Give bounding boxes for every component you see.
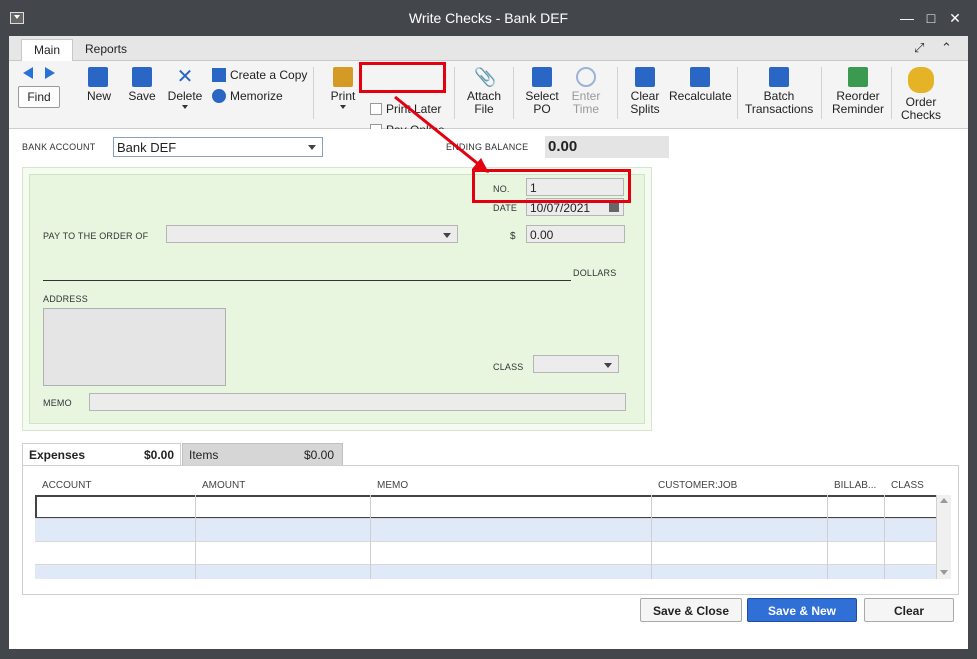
table-row[interactable] [35, 495, 938, 519]
copy-icon [212, 68, 226, 82]
print-later-highlight [359, 62, 446, 93]
title-bar: Write Checks - Bank DEF — □ ✕ [0, 0, 977, 36]
memorize-icon [212, 89, 226, 103]
toolbar-separator [513, 67, 514, 119]
close-icon[interactable]: ✕ [946, 10, 964, 26]
recalculate-button[interactable]: Recalculate [669, 67, 732, 103]
column-header-memo[interactable]: MEMO [377, 480, 408, 491]
select-po-button[interactable]: Select PO [523, 67, 561, 116]
save-icon [132, 67, 152, 87]
toolbar-separator [737, 67, 738, 119]
maximize-icon[interactable]: □ [922, 10, 940, 26]
tab-expenses[interactable]: Expenses $0.00 [22, 443, 181, 466]
toolbar-separator [821, 67, 822, 119]
delete-dropdown-icon[interactable] [182, 105, 188, 109]
save-close-button[interactable]: Save & Close [640, 598, 742, 622]
written-amount-line [43, 280, 571, 281]
previous-arrow-icon[interactable] [23, 67, 33, 79]
window-title: Write Checks - Bank DEF [408, 10, 569, 26]
order-checks-icon [908, 67, 934, 93]
write-checks-window: Write Checks - Bank DEF — □ ✕ Main Repor… [0, 0, 977, 659]
save-button[interactable]: Save [127, 67, 157, 103]
class-select[interactable] [533, 355, 619, 373]
column-divider [651, 495, 652, 579]
memo-field[interactable] [89, 393, 626, 411]
purchase-order-icon [532, 67, 552, 87]
bank-account-label: BANK ACCOUNT [22, 142, 96, 152]
ribbon-tabs: Main Reports ⤢ ⌃ [9, 36, 968, 61]
batch-transactions-button[interactable]: Batch Transactions [745, 67, 813, 116]
print-later-checkbox[interactable] [370, 103, 382, 115]
next-arrow-icon[interactable] [45, 67, 55, 79]
expand-icon[interactable]: ⤢ [914, 40, 924, 56]
delete-button[interactable]: ✕ Delete [167, 67, 203, 109]
column-divider [827, 495, 828, 579]
toolbar-separator [313, 67, 314, 119]
tab-reports[interactable]: Reports [73, 39, 139, 60]
table-row[interactable] [35, 541, 936, 564]
check-area: NO. 1 DATE 10/07/2021 PAY TO THE ORDER O… [22, 167, 652, 431]
chevron-down-icon [308, 145, 316, 150]
clear-splits-icon [635, 67, 655, 87]
toolbar-separator [617, 67, 618, 119]
toolbar-separator [891, 67, 892, 119]
column-header-class[interactable]: CLASS [891, 480, 924, 491]
scroll-up-icon[interactable] [940, 498, 948, 503]
grid-scrollbar[interactable] [936, 495, 951, 579]
reorder-icon [848, 67, 868, 87]
memo-label: MEMO [43, 398, 72, 408]
scroll-down-icon[interactable] [940, 570, 948, 575]
column-header-amount[interactable]: AMOUNT [202, 480, 245, 491]
annotation-arrow [394, 95, 489, 173]
clear-splits-button[interactable]: Clear Splits [627, 67, 663, 116]
column-divider [370, 495, 371, 579]
clear-button[interactable]: Clear [864, 598, 954, 622]
address-field[interactable] [43, 308, 226, 386]
create-copy-button[interactable]: Create a Copy [212, 67, 307, 83]
delete-x-icon: ✕ [176, 66, 194, 88]
column-header-billable[interactable]: BILLAB... [834, 480, 876, 491]
save-new-button[interactable]: Save & New [747, 598, 857, 622]
amount-field[interactable]: 0.00 [526, 225, 625, 243]
column-divider [884, 495, 885, 579]
batch-icon [769, 67, 789, 87]
minimize-icon[interactable]: — [898, 10, 916, 26]
chevron-down-icon [443, 233, 451, 238]
find-button[interactable]: Find [18, 86, 60, 108]
ending-balance-value: 0.00 [545, 136, 669, 158]
order-checks-button[interactable]: Order Checks [899, 67, 943, 122]
dollars-label: DOLLARS [573, 268, 617, 278]
memorize-button[interactable]: Memorize [212, 88, 283, 104]
class-label: CLASS [493, 362, 524, 372]
dollar-sign: $ [510, 231, 516, 242]
stopwatch-icon [576, 67, 596, 87]
check-form: BANK ACCOUNT Bank DEF ENDING BALANCE 0.0… [9, 62, 968, 649]
tab-items[interactable]: Items $0.00 [182, 443, 343, 467]
pay-to-label: PAY TO THE ORDER OF [43, 231, 149, 241]
new-button[interactable]: New [87, 67, 111, 103]
printer-icon [333, 67, 353, 87]
column-header-customer-job[interactable]: CUSTOMER:JOB [658, 480, 737, 491]
tab-main[interactable]: Main [21, 39, 74, 61]
print-button[interactable]: Print [330, 67, 356, 109]
column-header-account[interactable]: ACCOUNT [42, 480, 91, 491]
bank-account-select[interactable]: Bank DEF [113, 137, 323, 157]
chevron-down-icon [604, 363, 612, 368]
client-area: Main Reports ⤢ ⌃ Find New Save ✕ Delete [9, 36, 968, 649]
collapse-ribbon-icon[interactable]: ⌃ [941, 40, 952, 56]
payee-select[interactable] [166, 225, 458, 243]
reorder-reminder-button[interactable]: Reorder Reminder [830, 67, 886, 116]
paperclip-icon: 📎 [474, 67, 497, 87]
date-label: DATE [493, 203, 518, 213]
address-label: ADDRESS [43, 294, 88, 304]
table-row[interactable] [35, 564, 936, 579]
column-divider [195, 495, 196, 579]
table-row[interactable] [35, 518, 936, 541]
calculator-icon [690, 67, 710, 87]
enter-time-button: Enter Time [568, 67, 604, 116]
new-document-icon [88, 67, 108, 87]
print-dropdown-icon[interactable] [340, 105, 346, 109]
calendar-icon[interactable] [609, 203, 619, 212]
